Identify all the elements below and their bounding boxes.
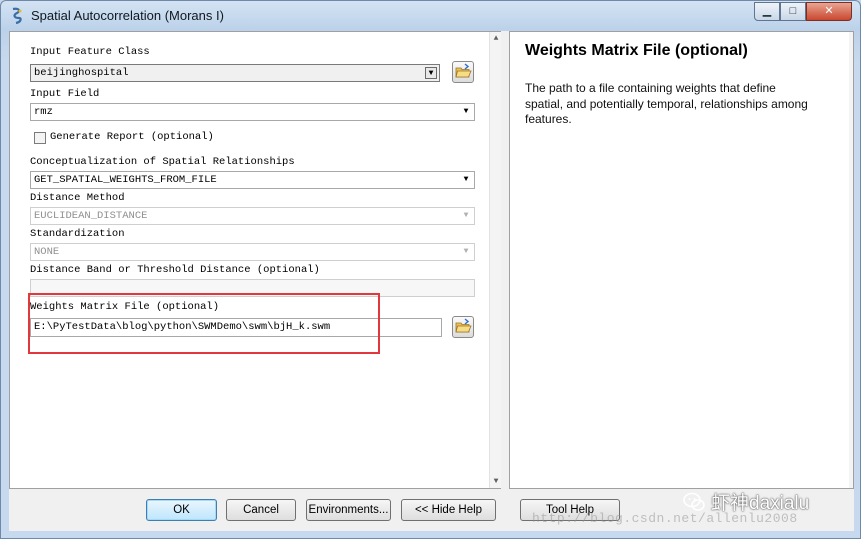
browse-feature-class-button[interactable] <box>452 61 474 83</box>
standardization-value: NONE <box>34 246 60 258</box>
input-feature-class-dropdown[interactable]: beijinghospital ▼ <box>30 64 440 82</box>
close-button[interactable]: ✕ <box>806 2 852 21</box>
parameters-scrollbar[interactable]: ▲ ▼ <box>489 32 501 488</box>
input-field-value: rmz <box>34 106 53 118</box>
input-feature-class-value: beijinghospital <box>34 67 129 79</box>
input-field-label: Input Field <box>30 88 100 100</box>
distance-method-dropdown: EUCLIDEAN_DISTANCE ▼ <box>30 207 475 225</box>
parameters-pane: Input Feature Class beijinghospital ▼ In… <box>9 31 501 489</box>
help-description: The path to a file containing weights th… <box>525 81 808 126</box>
scroll-up-icon[interactable]: ▲ <box>490 34 502 43</box>
generate-report-checkbox[interactable] <box>34 132 46 144</box>
wechat-icon <box>683 492 705 511</box>
maximize-button[interactable]: □ <box>780 2 806 21</box>
environments-button[interactable]: Environments... <box>306 499 391 521</box>
input-field-dropdown[interactable]: rmz ▼ <box>30 103 475 121</box>
python-script-icon <box>12 7 22 25</box>
generate-report-label: Generate Report (optional) <box>50 131 214 143</box>
open-folder-icon <box>455 318 472 333</box>
conceptualization-dropdown[interactable]: GET_SPATIAL_WEIGHTS_FROM_FILE ▼ <box>30 171 475 189</box>
window-title: Spatial Autocorrelation (Morans I) <box>31 8 224 23</box>
maximize-icon: □ <box>789 5 797 17</box>
conceptualization-value: GET_SPATIAL_WEIGHTS_FROM_FILE <box>34 174 217 186</box>
scroll-down-icon[interactable]: ▼ <box>490 477 502 486</box>
chevron-down-icon: ▼ <box>463 107 469 116</box>
help-title: Weights Matrix File (optional) <box>525 42 748 59</box>
tool-dialog-window: Spatial Autocorrelation (Morans I) ▁ □ ✕… <box>0 0 861 539</box>
chevron-down-icon: ▼ <box>463 211 469 220</box>
distance-method-value: EUCLIDEAN_DISTANCE <box>34 210 148 222</box>
chevron-down-icon: ▼ <box>425 67 437 79</box>
dialog-client-area: Input Feature Class beijinghospital ▼ In… <box>9 31 854 531</box>
distance-method-label: Distance Method <box>30 192 125 204</box>
help-scrollbar[interactable] <box>849 32 853 488</box>
cancel-button[interactable]: Cancel <box>226 499 296 521</box>
minimize-button[interactable]: ▁ <box>754 2 780 21</box>
watermark-url: http://blog.csdn.net/allenlu2008 <box>532 511 798 526</box>
ok-button[interactable]: OK <box>146 499 217 521</box>
browse-weights-file-button[interactable] <box>452 316 474 338</box>
conceptualization-label: Conceptualization of Spatial Relationshi… <box>30 156 295 168</box>
open-folder-icon <box>455 63 472 78</box>
standardization-label: Standardization <box>30 228 125 240</box>
hide-help-button[interactable]: << Hide Help <box>401 499 496 521</box>
title-bar[interactable]: Spatial Autocorrelation (Morans I) ▁ □ ✕ <box>1 1 860 31</box>
chevron-down-icon: ▼ <box>463 175 469 184</box>
standardization-dropdown: NONE ▼ <box>30 243 475 261</box>
minimize-icon: ▁ <box>762 5 772 17</box>
chevron-down-icon: ▼ <box>463 247 469 256</box>
close-icon: ✕ <box>824 5 834 17</box>
distance-band-label: Distance Band or Threshold Distance (opt… <box>30 264 320 276</box>
help-pane: Weights Matrix File (optional) The path … <box>509 31 854 489</box>
input-feature-class-label: Input Feature Class <box>30 46 150 58</box>
highlight-annotation-box <box>28 293 380 354</box>
